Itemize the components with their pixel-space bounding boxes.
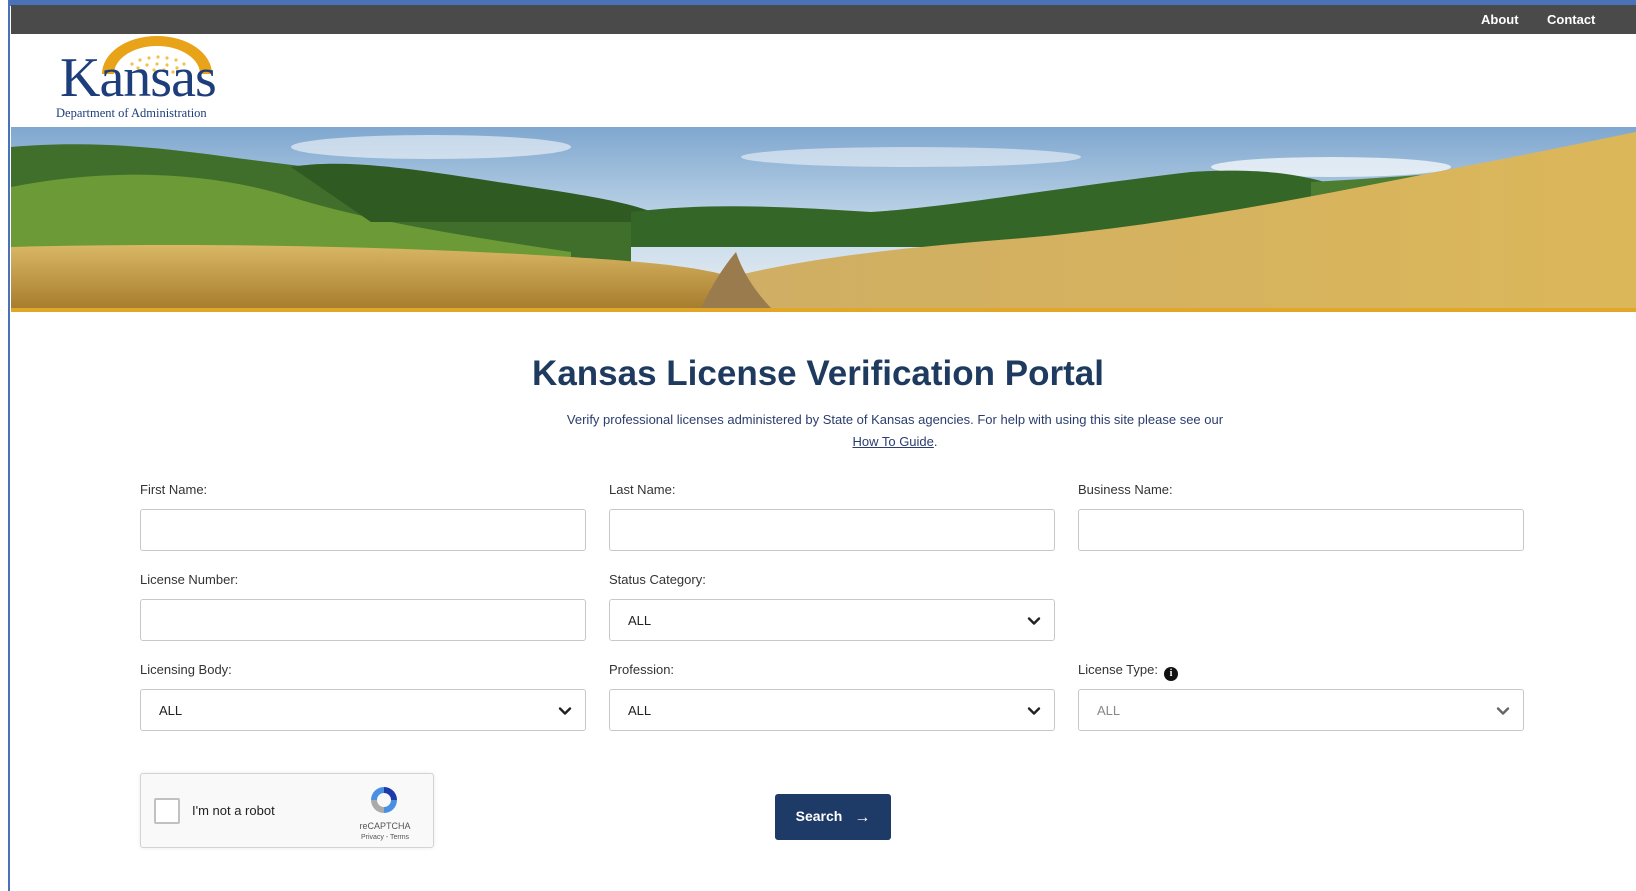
top-nav-bar: About Contact [11,5,1636,34]
page-description: Verify professional licenses administere… [565,409,1225,453]
window-frame-left [0,0,10,891]
chevron-down-icon [1496,707,1510,715]
recaptcha-brand: reCAPTCHA [359,821,411,831]
chevron-down-icon [558,707,572,715]
profession-label: Profession: [609,662,675,677]
search-button[interactable]: Search → [775,794,891,840]
first-name-input[interactable] [140,509,586,551]
status-category-label: Status Category: [609,572,706,587]
description-suffix: . [933,434,938,449]
license-type-label: License Type: [1078,662,1158,677]
first-name-label: First Name: [140,482,208,497]
licensing-body-select[interactable]: ALL [140,689,586,731]
chevron-down-icon [1027,707,1041,715]
profession-select[interactable]: ALL [609,689,1055,731]
logo-wordmark: Kansas [60,47,217,109]
info-circle-icon[interactable]: i [1163,667,1178,681]
license-number-label: License Number: [140,572,239,587]
status-category-value: ALL [628,613,652,628]
search-button-label: Search [795,807,843,824]
recaptcha-checkbox[interactable] [154,798,180,824]
page-title: Kansas License Verification Portal [532,354,1104,393]
description-text: Verify professional licenses administere… [566,412,1224,427]
license-number-input[interactable] [140,599,586,641]
recaptcha-label: I'm not a robot [192,803,275,818]
logo-subtitle: Department of Administration [56,106,207,120]
recaptcha-terms-link[interactable]: Privacy - Terms [355,834,415,841]
business-name-label: Business Name: [1078,482,1173,497]
licensing-body-value: ALL [159,703,183,718]
business-name-input[interactable] [1078,509,1524,551]
status-category-select[interactable]: ALL [609,599,1055,641]
kansas-logo[interactable]: Kansas Department of Administration [54,36,217,122]
recaptcha-widget: I'm not a robot reCAPTCHA Privacy - Term… [140,773,434,848]
last-name-label: Last Name: [609,482,676,497]
license-type-select[interactable]: ALL [1078,689,1524,731]
how-to-guide-link[interactable]: How To Guide [852,434,933,449]
nav-contact-link[interactable]: Contact [1547,12,1595,27]
last-name-input[interactable] [609,509,1055,551]
nav-about-link[interactable]: About [1481,12,1519,27]
licensing-body-label: Licensing Body: [140,662,232,677]
wheat-field-landscape-image [11,127,1636,308]
license-type-label-group: License Type: i [1078,662,1178,681]
profession-value: ALL [628,703,652,718]
landscape-banner [11,127,1636,312]
license-type-value: ALL [1097,703,1121,718]
chevron-down-icon [1027,617,1041,625]
recaptcha-logo-icon [371,787,397,813]
arrow-right-icon: → [854,808,871,826]
